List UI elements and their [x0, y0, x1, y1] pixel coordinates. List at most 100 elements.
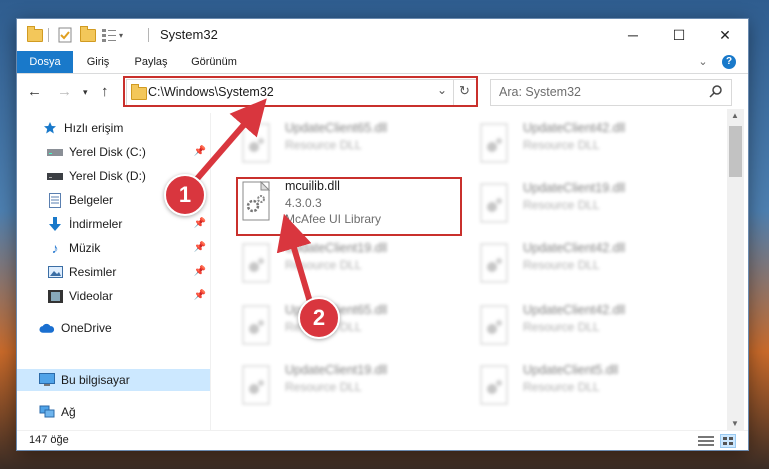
pin-icon[interactable]: 📌	[194, 146, 206, 157]
dll-file-icon	[242, 305, 270, 345]
file-item[interactable]: UpdateClient19.dll Resource DLL	[477, 179, 707, 233]
tab-share[interactable]: Paylaş	[127, 51, 175, 73]
explorer-window: ▾ System32 ─ ☐ ✕ Dosya Giriş Paylaş Görü…	[17, 19, 748, 450]
file-name: UpdateClient65.dll	[285, 121, 388, 135]
sidebar-item-this-pc[interactable]: Bu bilgisayar	[17, 369, 210, 391]
drive-icon	[47, 144, 63, 160]
dll-file-icon	[242, 123, 270, 163]
sidebar-item-label: Yerel Disk (D:)	[69, 169, 146, 183]
tab-view[interactable]: Görünüm	[183, 51, 245, 73]
sidebar-item-label: Videolar	[69, 289, 113, 303]
file-item[interactable]: UpdateClient65.dll Resource DLL	[239, 119, 469, 173]
sidebar-item-videos[interactable]: Videolar 📌	[47, 285, 210, 307]
file-type: Resource DLL	[523, 198, 600, 212]
file-item[interactable]: UpdateClient42.dll Resource DLL	[477, 239, 707, 293]
expand-ribbon-icon[interactable]: ⌄	[692, 51, 714, 73]
view-options-icon[interactable]	[102, 27, 116, 43]
dll-file-icon	[480, 123, 508, 163]
help-icon[interactable]: ?	[722, 55, 736, 69]
file-item[interactable]: UpdateClient42.dll Resource DLL	[477, 301, 707, 355]
file-item[interactable]: UpdateClient5.dll Resource DLL	[477, 361, 707, 415]
file-name: UpdateClient19.dll	[285, 241, 388, 255]
tab-home[interactable]: Giriş	[77, 51, 119, 73]
minimize-button[interactable]: ─	[610, 19, 656, 51]
file-type: Resource DLL	[523, 258, 600, 272]
maximize-button[interactable]: ☐	[656, 19, 702, 51]
sidebar-item-label: Belgeler	[69, 193, 114, 207]
sidebar-item-label: İndirmeler	[69, 217, 123, 231]
sidebar-item-label: Resimler	[69, 265, 117, 279]
pin-icon[interactable]: 📌	[194, 242, 206, 253]
pin-icon[interactable]: 📌	[194, 290, 206, 301]
sidebar-item-label: Müzik	[69, 241, 101, 255]
back-arrow-icon[interactable]: ←	[27, 83, 42, 100]
scroll-up-icon[interactable]: ▲	[731, 111, 739, 120]
file-item[interactable]: UpdateClient19.dll Resource DLL	[239, 239, 469, 293]
step-badge-2: 2	[298, 297, 340, 339]
address-highlight-box	[123, 76, 478, 107]
file-type: Resource DLL	[523, 380, 600, 394]
sidebar-item-music[interactable]: ♪ Müzik 📌	[47, 237, 210, 259]
file-type: Resource DLL	[523, 320, 600, 334]
quick-access-separator	[48, 27, 49, 43]
file-name: UpdateClient42.dll	[523, 241, 626, 255]
file-name: UpdateClient5.dll	[523, 363, 619, 377]
file-type: Resource DLL	[285, 258, 362, 272]
music-icon: ♪	[51, 240, 59, 256]
sidebar-item-label: Hızlı erişim	[64, 121, 124, 135]
network-icon	[39, 404, 55, 420]
pin-icon[interactable]: 📌	[194, 266, 206, 277]
sidebar-item-network[interactable]: Ağ	[39, 401, 210, 423]
sidebar-item-label: Bu bilgisayar	[61, 373, 130, 387]
status-bar: 147 öğe	[17, 430, 748, 451]
documents-icon	[47, 192, 63, 208]
dll-file-icon	[480, 305, 508, 345]
recent-locations-icon[interactable]: ▾	[83, 87, 88, 98]
search-icon[interactable]	[709, 84, 723, 101]
sidebar-item-quick-access[interactable]: Hızlı erişim	[42, 117, 210, 139]
pin-icon[interactable]: 📌	[194, 218, 206, 229]
sidebar-item-label: Ağ	[61, 405, 76, 419]
file-item[interactable]: UpdateClient65.dll Resource DLL	[239, 301, 469, 355]
file-list: UpdateClient65.dll Resource DLL UpdateCl…	[217, 113, 727, 430]
star-icon	[42, 120, 58, 136]
dll-file-icon	[480, 365, 508, 405]
search-placeholder[interactable]: Ara: System32	[499, 85, 581, 99]
file-type: Resource DLL	[285, 138, 362, 152]
download-icon	[47, 216, 63, 232]
scrollbar-thumb[interactable]	[729, 126, 742, 177]
vertical-scrollbar[interactable]: ▲ ▼	[727, 109, 744, 430]
computer-icon	[39, 372, 55, 388]
file-type: Resource DLL	[285, 380, 362, 394]
file-item[interactable]: UpdateClient19.dll Resource DLL	[239, 361, 469, 415]
dll-file-icon	[242, 365, 270, 405]
sidebar-item-local-disk-c[interactable]: Yerel Disk (C:) 📌	[47, 141, 210, 163]
sidebar-item-onedrive[interactable]: OneDrive	[39, 317, 210, 339]
tab-file[interactable]: Dosya	[17, 51, 73, 73]
details-view-icon[interactable]	[698, 435, 714, 450]
folder-icon	[27, 25, 43, 43]
forward-arrow-icon[interactable]: →	[57, 83, 72, 100]
up-arrow-icon[interactable]: ↑	[101, 83, 109, 100]
properties-icon[interactable]	[58, 27, 72, 43]
sidebar-item-pictures[interactable]: Resimler 📌	[47, 261, 210, 283]
videos-icon	[47, 288, 63, 304]
sidebar-item-label: OneDrive	[61, 321, 112, 335]
file-item[interactable]: UpdateClient42.dll Resource DLL	[477, 119, 707, 173]
customize-toolbar-icon[interactable]: ▾	[119, 27, 123, 43]
dll-file-icon	[242, 243, 270, 283]
title-separator	[148, 27, 149, 43]
search-box[interactable]: Ara: System32	[490, 79, 732, 106]
file-type: Resource DLL	[523, 138, 600, 152]
step-badge-1: 1	[164, 174, 206, 216]
file-highlight-box	[236, 177, 462, 236]
scroll-down-icon[interactable]: ▼	[731, 419, 739, 428]
pane-divider	[210, 113, 211, 430]
file-name: UpdateClient42.dll	[523, 121, 626, 135]
close-button[interactable]: ✕	[702, 19, 748, 51]
navigation-bar: ← → ▾ ↑ C:\Windows\System32 ⌄ ↻ Ara: Sys…	[17, 75, 748, 109]
window-title: System32	[160, 27, 218, 42]
sidebar-item-downloads[interactable]: İndirmeler 📌	[47, 213, 210, 235]
new-folder-icon[interactable]	[80, 25, 96, 43]
large-icons-view-icon[interactable]	[720, 434, 736, 448]
